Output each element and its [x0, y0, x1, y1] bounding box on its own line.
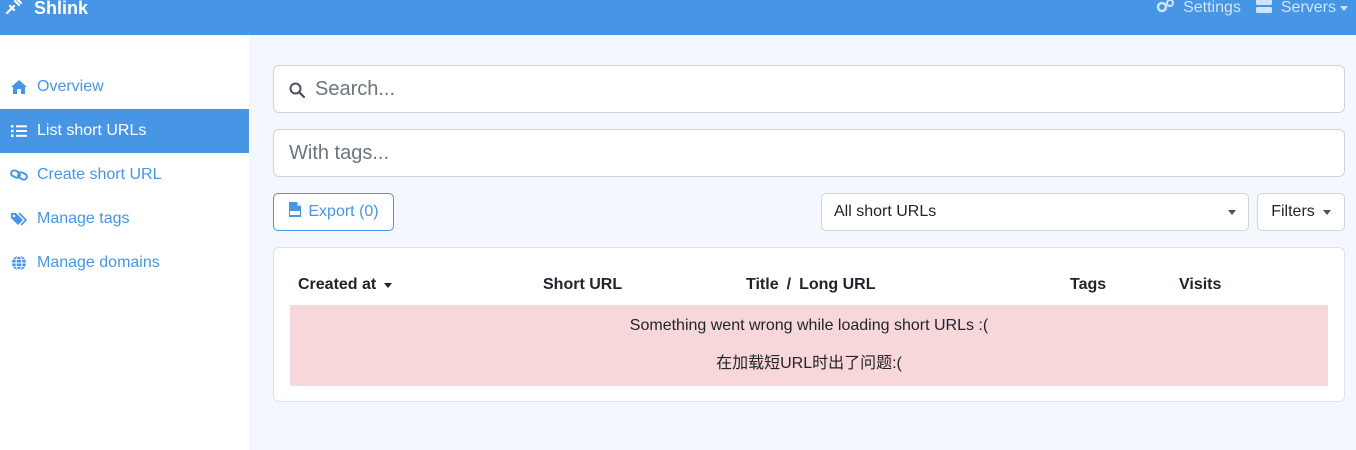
gears-icon	[1155, 0, 1175, 19]
tags-input[interactable]: With tags...	[273, 129, 1345, 177]
error-message: Something went wrong while loading short…	[629, 317, 989, 334]
search-input[interactable]: Search...	[273, 65, 1345, 113]
tags-icon	[10, 210, 28, 228]
short-url-label: Short URL	[543, 276, 623, 293]
sidebar-item-create-short-url[interactable]: Create short URL	[0, 153, 249, 197]
list-icon	[10, 122, 28, 140]
shlink-logo-icon	[4, 0, 24, 21]
link-icon	[10, 166, 28, 184]
csv-file-icon	[288, 201, 302, 223]
home-icon	[10, 78, 28, 96]
filters-dropdown[interactable]: Filters	[1257, 193, 1345, 231]
title-label[interactable]: Title	[746, 276, 779, 294]
filters-label: Filters	[1271, 203, 1315, 220]
export-label: Export (0)	[308, 203, 379, 220]
column-header-created-at[interactable]: Created at	[298, 276, 393, 294]
chevron-down-icon	[1340, 5, 1348, 11]
servers-dropdown[interactable]: Servers	[1255, 0, 1348, 19]
brand-link[interactable]: Shlink	[4, 0, 88, 20]
column-header-short-url[interactable]: Short URL	[543, 276, 622, 294]
export-button[interactable]: Export (0)	[273, 193, 394, 231]
sidebar-item-manage-domains[interactable]: Manage domains	[0, 241, 249, 285]
sidebar-item-overview[interactable]: Overview	[0, 65, 249, 109]
sidebar-item-label: Manage domains	[37, 254, 160, 271]
sidebar: Overview List short URLs Create short UR…	[0, 35, 249, 450]
settings-link[interactable]: Settings	[1155, 0, 1241, 19]
long-url-label[interactable]: Long URL	[799, 276, 875, 294]
sidebar-item-list-short-urls[interactable]: List short URLs	[0, 109, 249, 153]
visits-label: Visits	[1179, 276, 1222, 293]
sidebar-item-label: Manage tags	[37, 210, 130, 227]
column-header-title-long-url: Title / Long URL	[746, 276, 875, 294]
search-placeholder: Search...	[315, 77, 396, 100]
column-header-visits[interactable]: Visits	[1179, 276, 1221, 294]
sidebar-item-manage-tags[interactable]: Manage tags	[0, 197, 249, 241]
sidebar-item-label: Overview	[37, 78, 104, 95]
select-value: All short URLs	[834, 203, 937, 220]
created-at-label: Created at	[298, 276, 377, 293]
settings-label: Settings	[1183, 0, 1241, 16]
tags-label: Tags	[1070, 276, 1107, 293]
short-urls-filter-select[interactable]: All short URLs	[821, 193, 1249, 231]
tags-placeholder: With tags...	[289, 141, 390, 164]
error-row: Something went wrong while loading short…	[290, 305, 1328, 386]
top-navbar: Shlink Settings Servers	[0, 0, 1356, 35]
servers-label: Servers	[1280, 0, 1336, 16]
chevron-down-icon	[1228, 210, 1236, 215]
server-icon	[1255, 0, 1273, 19]
search-icon	[289, 81, 306, 99]
header-separator: /	[786, 276, 792, 293]
sidebar-item-label: Create short URL	[37, 166, 162, 183]
column-header-tags: Tags	[1070, 276, 1106, 294]
sidebar-item-label: List short URLs	[37, 122, 147, 139]
sort-desc-icon	[384, 282, 393, 288]
short-urls-table-card: Created at Short URL Title / Long URL Ta…	[273, 247, 1345, 402]
error-message-chinese: 在加载短URL时出了问题:(	[716, 355, 902, 372]
globe-icon	[10, 254, 28, 272]
brand-name: Shlink	[34, 0, 89, 18]
chevron-down-icon	[1322, 209, 1331, 215]
